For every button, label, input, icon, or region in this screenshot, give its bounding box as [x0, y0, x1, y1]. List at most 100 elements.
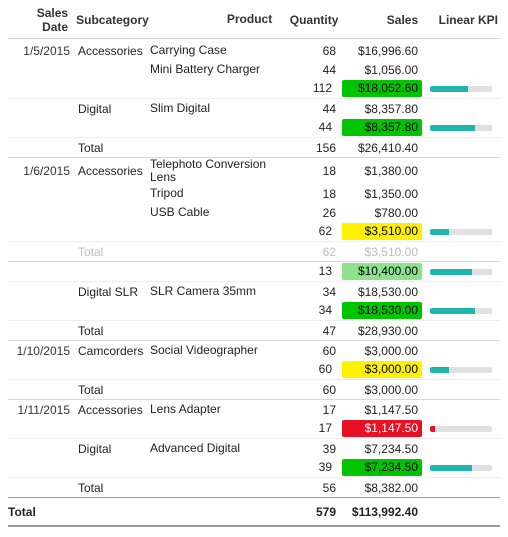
qty-cell: 62: [278, 223, 342, 240]
table-row[interactable]: DigitalSlim Digital44$8,357.80: [8, 98, 500, 118]
grand-total-label: Total: [8, 505, 76, 519]
subtotal-row[interactable]: 34$18,530.00: [8, 301, 500, 320]
linear-kpi-bar: [430, 86, 492, 92]
total-label: Total: [76, 245, 150, 259]
product-cell: Social Videographer: [150, 344, 278, 357]
table-row[interactable]: DigitalAdvanced Digital39$7,234.50: [8, 438, 500, 458]
sales-cell: $1,147.50: [342, 420, 424, 437]
subcategory-cell: Digital: [76, 442, 150, 456]
kpi-cell: [424, 308, 500, 314]
qty-cell: 44: [278, 119, 342, 136]
grand-total-qty: 579: [278, 505, 342, 519]
subtotal-row[interactable]: 62$3,510.00: [8, 222, 500, 241]
sales-cell: $18,052.60: [342, 80, 424, 97]
total-label: Total: [76, 481, 150, 495]
product-cell: Mini Battery Charger: [150, 63, 278, 76]
subcategory-cell: Digital: [76, 102, 150, 116]
subtotal-row[interactable]: 17$1,147.50: [8, 419, 500, 438]
linear-kpi-bar: [430, 229, 492, 235]
table-row[interactable]: 1/6/2015AccessoriesTelephoto Conversion …: [8, 157, 500, 184]
kpi-cell: [424, 229, 500, 235]
table-row[interactable]: Digital SLRSLR Camera 35mm34$18,530.00: [8, 281, 500, 301]
grand-total-sales: $113,992.40: [342, 505, 424, 519]
sales-cell: $3,000.00: [342, 383, 424, 397]
sales-cell: $28,930.00: [342, 324, 424, 338]
date-total-row[interactable]: Total60$3,000.00: [8, 379, 500, 399]
product-cell: Tripod: [150, 187, 278, 200]
subcategory-cell: Accessories: [76, 403, 150, 417]
subtotal-row[interactable]: 13$10,400.00: [8, 261, 500, 281]
col-header-qty[interactable]: Quantity: [282, 13, 344, 27]
date-cell: 1/6/2015: [8, 164, 76, 178]
subcategory-cell: Accessories: [76, 164, 150, 178]
qty-cell: 18: [278, 187, 342, 201]
total-label: Total: [76, 324, 150, 338]
table-body: 1/5/2015AccessoriesCarrying Case68$16,99…: [8, 41, 500, 497]
col-header-product[interactable]: Product: [148, 13, 282, 26]
subcategory-cell: Digital SLR: [76, 285, 150, 299]
table-row[interactable]: 1/10/2015CamcordersSocial Videographer60…: [8, 340, 500, 360]
sales-cell: $8,357.80: [342, 102, 424, 116]
linear-kpi-bar: [430, 426, 492, 432]
col-header-date[interactable]: Sales Date: [8, 6, 74, 34]
status-badge: $8,357.80: [342, 119, 422, 136]
product-cell: Slim Digital: [150, 102, 278, 115]
date-cell: 1/11/2015: [8, 403, 76, 417]
sales-cell: $18,530.00: [342, 302, 424, 319]
status-badge: $18,052.60: [342, 80, 422, 97]
table-row[interactable]: Tripod18$1,350.00: [8, 184, 500, 203]
qty-cell: 34: [278, 285, 342, 299]
sales-cell: $1,147.50: [342, 403, 424, 417]
kpi-cell: [424, 465, 500, 471]
date-total-row[interactable]: Total62$3,510.00: [8, 241, 500, 261]
sales-cell: $780.00: [342, 206, 424, 220]
status-badge: $18,530.00: [342, 302, 422, 319]
kpi-cell: [424, 269, 500, 275]
product-cell: Carrying Case: [150, 44, 278, 57]
status-badge: $1,147.50: [342, 420, 422, 437]
qty-cell: 62: [278, 245, 342, 259]
status-badge: $10,400.00: [342, 263, 422, 280]
status-badge: $7,234.50: [342, 459, 422, 476]
kpi-cell: [424, 367, 500, 373]
qty-cell: 18: [278, 164, 342, 178]
linear-kpi-bar: [430, 125, 492, 131]
subcategory-cell: Accessories: [76, 44, 150, 58]
sales-cell: $7,234.50: [342, 459, 424, 476]
date-cell: 1/5/2015: [8, 44, 76, 58]
sales-cell: $1,380.00: [342, 164, 424, 178]
date-total-row[interactable]: Total 47$28,930.00: [8, 320, 500, 340]
linear-kpi-bar: [430, 269, 492, 275]
grand-total-row: Total 579 $113,992.40: [8, 497, 500, 527]
table-row[interactable]: 1/5/2015AccessoriesCarrying Case68$16,99…: [8, 41, 500, 60]
date-total-row[interactable]: Total156$26,410.40: [8, 137, 500, 157]
col-header-subcat[interactable]: Subcategory: [74, 13, 148, 27]
product-cell: Telephoto Conversion Lens: [150, 158, 278, 184]
sales-cell: $7,234.50: [342, 442, 424, 456]
sales-cell: $16,996.60: [342, 44, 424, 58]
qty-cell: 13: [278, 263, 342, 280]
qty-cell: 26: [278, 206, 342, 220]
sales-cell: $18,530.00: [342, 285, 424, 299]
table-row[interactable]: USB Cable26$780.00: [8, 203, 500, 222]
sales-cell: $3,000.00: [342, 344, 424, 358]
kpi-cell: [424, 426, 500, 432]
subcategory-cell: Camcorders: [76, 344, 150, 358]
table-row[interactable]: Mini Battery Charger44$1,056.00: [8, 60, 500, 79]
qty-cell: 47: [278, 324, 342, 338]
subtotal-row[interactable]: 60$3,000.00: [8, 360, 500, 379]
date-total-row[interactable]: Total56$8,382.00: [8, 477, 500, 497]
table-row[interactable]: 1/11/2015AccessoriesLens Adapter17$1,147…: [8, 399, 500, 419]
status-badge: $3,000.00: [342, 361, 422, 378]
qty-cell: 44: [278, 63, 342, 77]
sales-cell: $8,382.00: [342, 481, 424, 495]
col-header-sales[interactable]: Sales: [344, 13, 424, 27]
qty-cell: 39: [278, 442, 342, 456]
sales-cell: $1,056.00: [342, 63, 424, 77]
total-label: Total: [76, 383, 150, 397]
subtotal-row[interactable]: 44$8,357.80: [8, 118, 500, 137]
qty-cell: 34: [278, 302, 342, 319]
col-header-kpi[interactable]: Linear KPI: [424, 13, 500, 27]
subtotal-row[interactable]: 39$7,234.50: [8, 458, 500, 477]
subtotal-row[interactable]: 112$18,052.60: [8, 79, 500, 98]
